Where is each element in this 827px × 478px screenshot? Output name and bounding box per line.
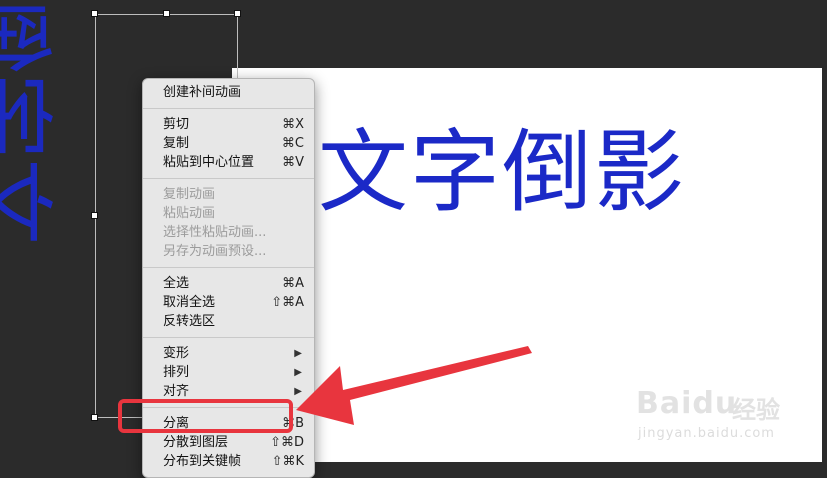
menu-group-tween: 创建补间动画 [143, 79, 314, 106]
menu-item-paste-in-center[interactable]: 粘贴到中心位置 ⌘V [143, 153, 314, 172]
menu-item-shortcut: ⌘X [282, 117, 304, 132]
menu-item-label: 全选 [163, 276, 190, 291]
menu-item-label: 反转选区 [163, 314, 216, 329]
menu-item-label: 复制动画 [163, 187, 216, 202]
menu-item-label: 粘贴到中心位置 [163, 155, 255, 170]
selection-handle-top-right[interactable] [234, 10, 241, 17]
menu-group-selection: 全选 ⌘A 取消全选 ⇧⌘A 反转选区 [143, 270, 314, 335]
menu-item-shortcut: ⇧⌘D [270, 435, 304, 450]
menu-item-cut[interactable]: 剪切 ⌘X [143, 115, 314, 134]
menu-item-label: 另存为动画预设... [163, 244, 267, 259]
selection-handle-top-left[interactable] [91, 10, 98, 17]
selection-handle-middle-left[interactable] [91, 212, 98, 219]
menu-item-create-motion-tween[interactable]: 创建补间动画 [143, 83, 314, 102]
menu-item-label: 变形 [163, 346, 190, 361]
menu-item-label: 剪切 [163, 117, 190, 132]
submenu-arrow-icon: ▶ [294, 367, 302, 378]
menu-item-label: 粘贴动画 [163, 206, 216, 221]
menu-item-invert-selection[interactable]: 反转选区 [143, 312, 314, 331]
submenu-arrow-icon: ▶ [294, 348, 302, 359]
menu-item-distribute-to-layers[interactable]: 分散到图层 ⇧⌘D [143, 433, 314, 452]
selection-handle-top-center[interactable] [163, 10, 170, 17]
submenu-arrow-icon: ▶ [294, 386, 302, 397]
menu-item-copy[interactable]: 复制 ⌘C [143, 134, 314, 153]
menu-separator [143, 108, 314, 109]
menu-group-clipboard: 剪切 ⌘X 复制 ⌘C 粘贴到中心位置 ⌘V [143, 111, 314, 176]
menu-item-copy-motion: 复制动画 [143, 185, 314, 204]
mirrored-text-object[interactable]: 文字倒影 [0, 0, 80, 245]
watermark-url: jingyan.baidu.com [638, 426, 775, 441]
menu-item-label: 选择性粘贴动画... [163, 225, 267, 240]
menu-item-paste-motion: 粘贴动画 [143, 204, 314, 223]
menu-item-shortcut: ⌘C [281, 136, 304, 151]
menu-group-modify: 变形 ▶ 排列 ▶ 对齐 ▶ [143, 340, 314, 405]
menu-item-label: 创建补间动画 [163, 85, 242, 100]
menu-item-save-motion-preset: 另存为动画预设... [143, 242, 314, 261]
menu-item-arrange[interactable]: 排列 ▶ [143, 363, 314, 382]
highlight-box-annotation [118, 399, 293, 433]
menu-item-deselect-all[interactable]: 取消全选 ⇧⌘A [143, 293, 314, 312]
menu-group-motion: 复制动画 粘贴动画 选择性粘贴动画... 另存为动画预设... [143, 181, 314, 265]
menu-item-transform[interactable]: 变形 ▶ [143, 344, 314, 363]
menu-item-label: 排列 [163, 365, 190, 380]
watermark-brand-cn: 经验 [732, 396, 780, 424]
menu-item-label: 分散到图层 [163, 435, 229, 450]
menu-separator [143, 337, 314, 338]
menu-item-label: 对齐 [163, 384, 190, 399]
stage-title-text[interactable]: 文字倒影 [318, 118, 686, 228]
menu-item-label: 复制 [163, 136, 190, 151]
baidu-jingyan-watermark: Baidu 经验 jingyan.baidu.com [636, 376, 816, 456]
menu-separator [143, 267, 314, 268]
menu-item-shortcut: ⌘A [282, 276, 304, 291]
menu-separator [143, 178, 314, 179]
menu-item-label: 取消全选 [163, 295, 216, 310]
menu-item-select-all[interactable]: 全选 ⌘A [143, 274, 314, 293]
watermark-brand: Baidu [636, 386, 738, 421]
selection-handle-bottom-left[interactable] [91, 414, 98, 421]
menu-item-paste-motion-special: 选择性粘贴动画... [143, 223, 314, 242]
menu-item-shortcut: ⇧⌘A [271, 295, 304, 310]
menu-item-shortcut: ⌘V [282, 155, 304, 170]
